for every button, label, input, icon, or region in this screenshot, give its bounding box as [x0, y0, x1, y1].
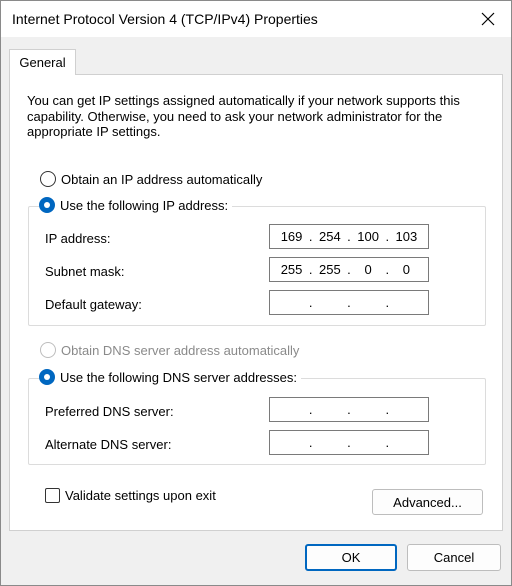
preferred-dns-input[interactable]: . . . — [269, 397, 429, 422]
radio-use-following-ip-indicator — [39, 197, 55, 213]
window-title: Internet Protocol Version 4 (TCP/IPv4) P… — [12, 11, 318, 27]
radio-use-following-dns[interactable]: Use the following DNS server addresses: — [39, 369, 301, 385]
subnet-octet-2: 255 — [318, 262, 341, 277]
radio-use-following-dns-indicator — [39, 369, 55, 385]
alternate-dns-input[interactable]: . . . — [269, 430, 429, 455]
subnet-mask-label: Subnet mask: — [45, 264, 125, 279]
dns-server-group: Use the following DNS server addresses: … — [28, 369, 486, 465]
default-gateway-label: Default gateway: — [45, 297, 142, 312]
ip-octet-2: 254 — [318, 229, 341, 244]
subnet-octet-1: 255 — [280, 262, 303, 277]
ipv4-properties-dialog: Internet Protocol Version 4 (TCP/IPv4) P… — [0, 0, 512, 586]
default-gateway-input[interactable]: . . . — [269, 290, 429, 315]
radio-use-following-ip-label: Use the following IP address: — [60, 197, 229, 213]
radio-use-following-dns-label: Use the following DNS server addresses: — [60, 369, 297, 385]
subnet-octet-3: 0 — [364, 262, 372, 277]
close-button[interactable] — [465, 1, 511, 37]
ip-octet-1: 169 — [280, 229, 303, 244]
validate-settings-box — [45, 488, 60, 503]
ip-address-group: Use the following IP address: IP address… — [28, 197, 486, 326]
subnet-octet-4: 0 — [402, 262, 411, 277]
radio-obtain-ip-auto-label: Obtain an IP address automatically — [61, 171, 263, 187]
validate-settings-label: Validate settings upon exit — [65, 488, 216, 503]
title-bar: Internet Protocol Version 4 (TCP/IPv4) P… — [1, 1, 511, 37]
ip-address-label: IP address: — [45, 231, 111, 246]
radio-obtain-ip-auto-indicator — [40, 171, 56, 187]
ip-address-input[interactable]: 169. 254. 100. 103 — [269, 224, 429, 249]
description-text: You can get IP settings assigned automat… — [27, 93, 460, 139]
subnet-mask-input[interactable]: 255. 255. 0. 0 — [269, 257, 429, 282]
radio-obtain-ip-auto[interactable]: Obtain an IP address automatically — [40, 171, 262, 187]
tab-general-label: General — [19, 55, 66, 70]
ip-octet-4: 103 — [395, 229, 418, 244]
radio-use-following-ip[interactable]: Use the following IP address: — [39, 197, 233, 213]
ok-button[interactable]: OK — [305, 544, 397, 571]
validate-settings-checkbox[interactable]: Validate settings upon exit — [45, 488, 216, 503]
general-panel: You can get IP settings assigned automat… — [9, 74, 503, 531]
alternate-dns-label: Alternate DNS server: — [45, 437, 172, 452]
ip-octet-3: 100 — [357, 229, 379, 244]
advanced-button[interactable]: Advanced... — [372, 489, 483, 515]
close-icon — [481, 12, 495, 26]
tab-general[interactable]: General — [9, 49, 76, 75]
preferred-dns-label: Preferred DNS server: — [45, 404, 174, 419]
radio-obtain-dns-auto-indicator — [40, 342, 56, 358]
radio-obtain-dns-auto[interactable]: Obtain DNS server address automatically — [40, 342, 299, 358]
radio-obtain-dns-auto-label: Obtain DNS server address automatically — [61, 342, 300, 358]
cancel-button[interactable]: Cancel — [407, 544, 501, 571]
